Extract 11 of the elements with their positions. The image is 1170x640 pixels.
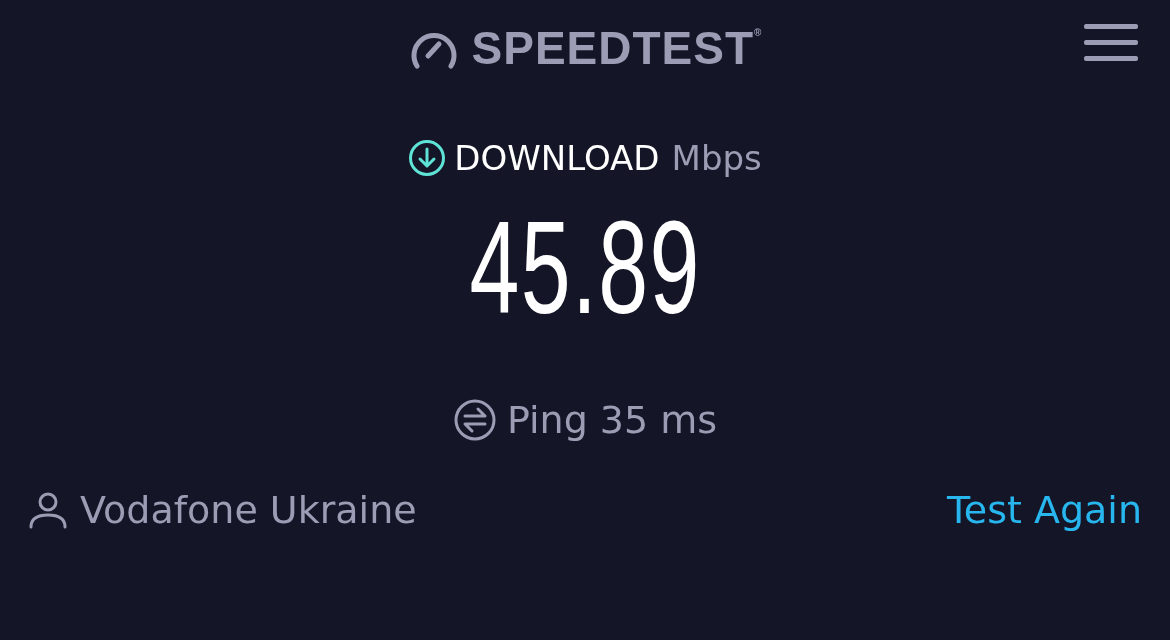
unit-label: Mbps xyxy=(671,138,762,178)
logo-text: SPEEDTEST$^{®}$ xyxy=(471,21,763,75)
menu-icon[interactable] xyxy=(1084,22,1138,62)
provider-name: Vodafone Ukraine xyxy=(80,488,417,532)
person-icon xyxy=(28,491,68,529)
ping-text: Ping 35 ms xyxy=(506,398,718,442)
test-again-link[interactable]: Test Again xyxy=(947,488,1142,532)
speed-value: 45.89 xyxy=(469,198,701,338)
ping-icon xyxy=(452,398,497,442)
download-label: DOWNLOAD xyxy=(454,138,660,178)
download-icon xyxy=(408,139,447,177)
